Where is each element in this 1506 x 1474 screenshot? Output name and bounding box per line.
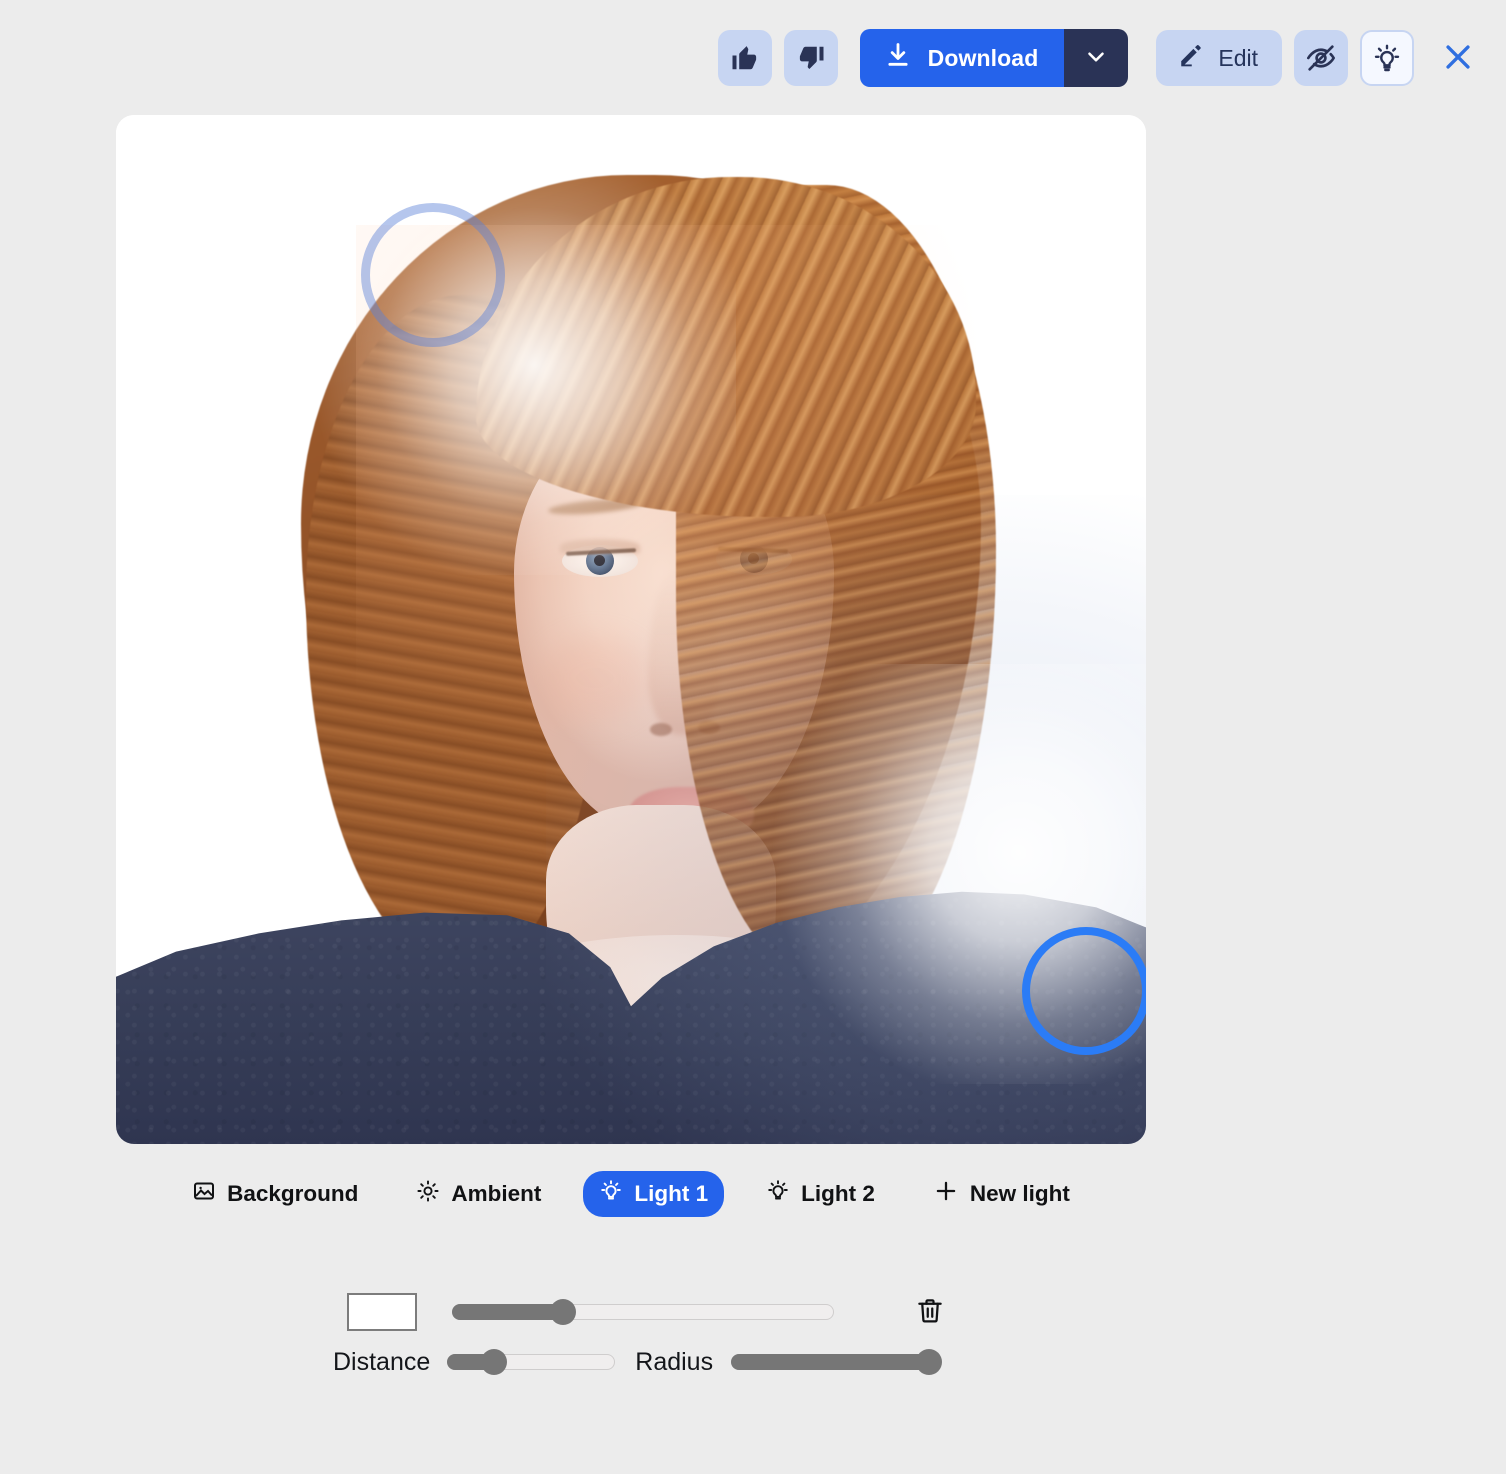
distance-label: Distance (333, 1348, 430, 1377)
eye-off-icon (1305, 42, 1337, 74)
download-button-label: Download (928, 45, 1039, 72)
close-x-icon (1441, 40, 1475, 77)
pencil-icon (1176, 41, 1204, 75)
lighting-panel-button[interactable] (1360, 30, 1414, 86)
tab-background[interactable]: Background (176, 1171, 374, 1217)
hide-preview-button[interactable] (1294, 30, 1348, 86)
sun-icon (416, 1179, 440, 1209)
image-canvas[interactable] (116, 115, 1146, 1144)
intensity-slider-knob[interactable] (550, 1299, 576, 1325)
distance-radius-row: Distance Radius (0, 1338, 1262, 1386)
delete-light-button[interactable] (908, 1290, 952, 1334)
light-2-handle[interactable] (361, 203, 505, 347)
top-toolbar: Download Edit (0, 0, 1506, 116)
radius-slider-fill (731, 1354, 929, 1370)
close-button[interactable] (1432, 30, 1484, 86)
download-icon (884, 41, 912, 75)
download-button-group: Download (860, 29, 1129, 87)
lightbulb-icon (599, 1179, 623, 1209)
tab-new-light[interactable]: New light (917, 1170, 1086, 1218)
download-button[interactable]: Download (860, 29, 1065, 87)
pupil-left (594, 555, 605, 566)
tab-background-label: Background (227, 1181, 358, 1207)
radius-slider[interactable] (731, 1353, 929, 1371)
tab-ambient-label: Ambient (451, 1181, 541, 1207)
edit-button-label: Edit (1218, 45, 1258, 72)
chevron-down-icon (1083, 44, 1109, 73)
plus-icon (933, 1178, 959, 1210)
download-options-button[interactable] (1064, 29, 1128, 87)
radius-label: Radius (635, 1348, 713, 1377)
cheek-left (540, 635, 650, 721)
edit-button[interactable]: Edit (1156, 30, 1282, 86)
tab-light-2-label: Light 2 (801, 1181, 875, 1207)
intensity-row (0, 1286, 1262, 1338)
lightbulb-icon (1372, 43, 1402, 73)
trash-icon (915, 1296, 945, 1329)
tab-new-light-label: New light (970, 1181, 1070, 1207)
thumbs-down-button[interactable] (784, 30, 838, 86)
tab-ambient[interactable]: Ambient (400, 1171, 557, 1217)
light-color-swatch[interactable] (347, 1293, 417, 1331)
light-1-handle[interactable] (1022, 927, 1146, 1055)
radius-slider-knob[interactable] (916, 1349, 942, 1375)
portrait-photo (116, 115, 1146, 1144)
thumbs-down-icon (796, 43, 826, 73)
tab-light-1[interactable]: Light 1 (583, 1171, 724, 1217)
distance-slider[interactable] (447, 1353, 615, 1371)
light-controls-panel: Distance Radius (0, 1286, 1262, 1386)
distance-slider-knob[interactable] (481, 1349, 507, 1375)
light-tab-bar: Background Ambient Light 1 (0, 1170, 1262, 1218)
image-icon (192, 1179, 216, 1209)
thumbs-up-icon (730, 43, 760, 73)
intensity-slider-fill (452, 1304, 563, 1320)
tab-light-2[interactable]: Light 2 (750, 1171, 891, 1217)
tab-light-1-label: Light 1 (634, 1181, 708, 1207)
intensity-slider[interactable] (452, 1303, 834, 1321)
nostril-left (650, 723, 672, 736)
thumbs-up-button[interactable] (718, 30, 772, 86)
lightbulb-icon (766, 1179, 790, 1209)
